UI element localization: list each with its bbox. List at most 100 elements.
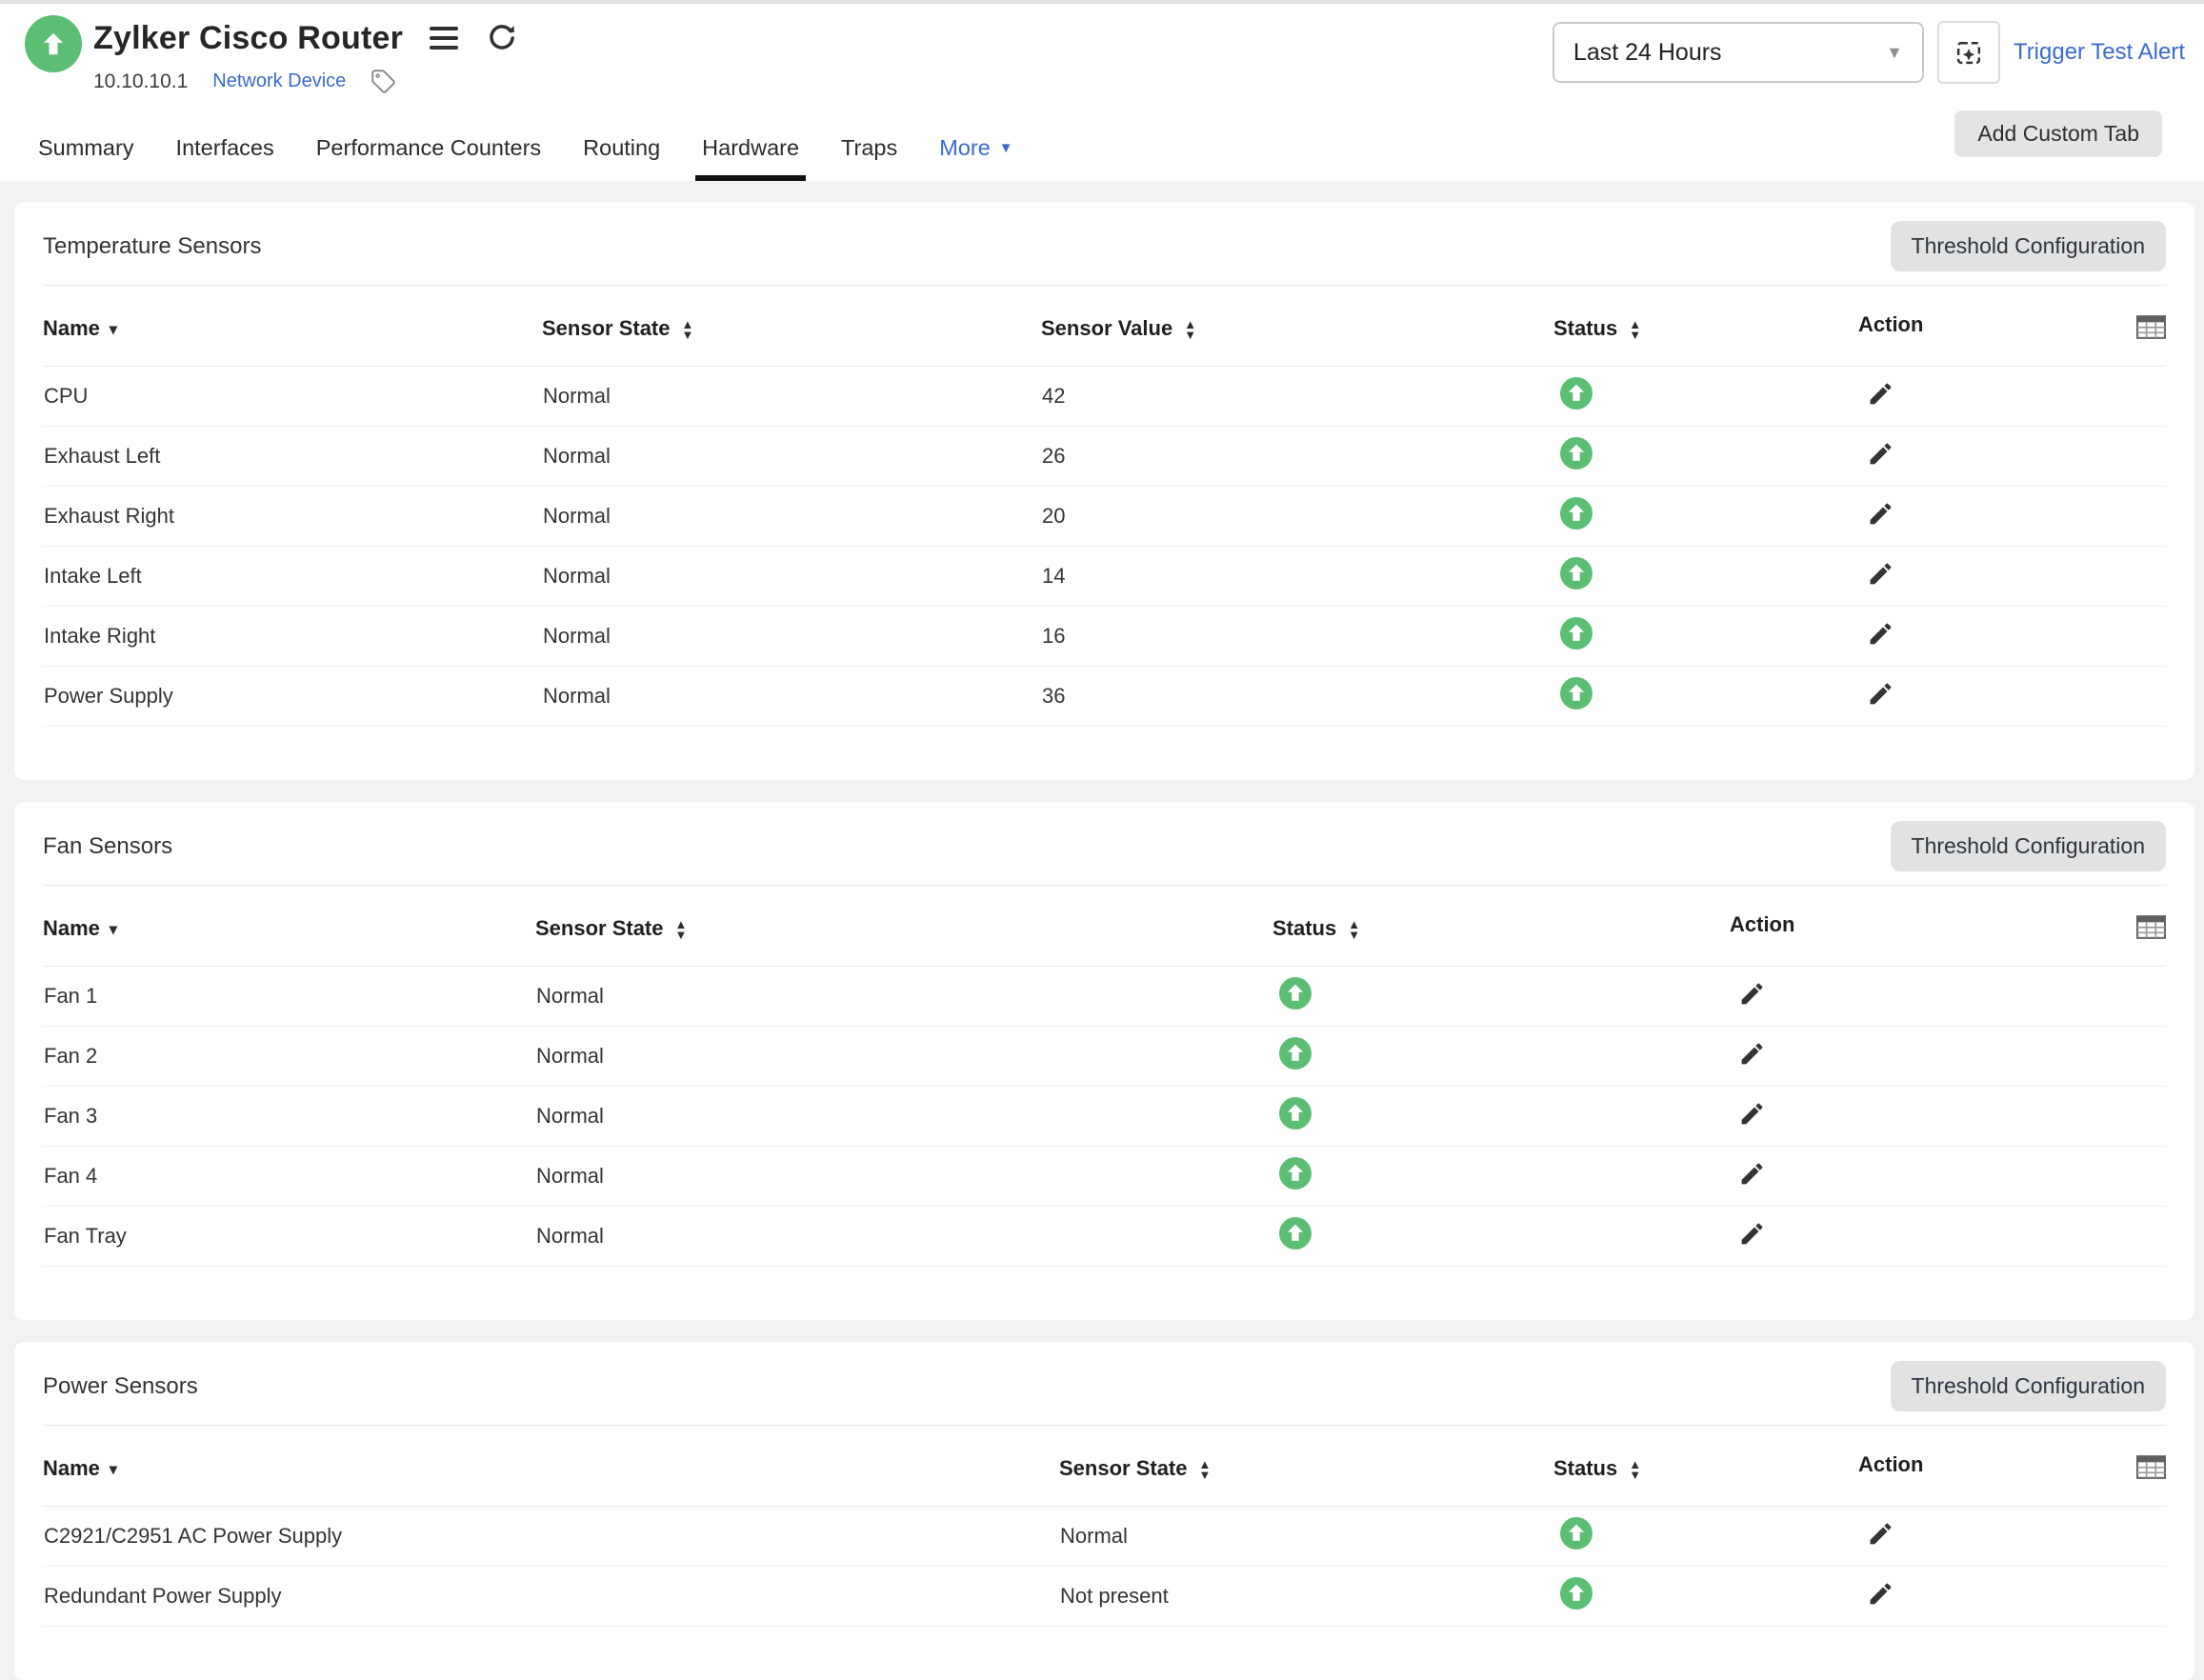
column-header-sensor-state[interactable]: Sensor State▲▼: [535, 886, 1272, 967]
sort-toggle-icon[interactable]: ▲▼: [675, 919, 688, 940]
column-header-sensor-value[interactable]: Sensor Value▲▼: [1041, 286, 1553, 367]
cell-sensor-state: Normal: [535, 1087, 1272, 1147]
cell-name: Exhaust Left: [43, 427, 542, 487]
column-label: Sensor State: [542, 316, 671, 340]
threshold-configuration-button[interactable]: Threshold Configuration: [1891, 1361, 2166, 1411]
tab-traps[interactable]: Traps: [834, 120, 904, 181]
cell-status: [1272, 1147, 1730, 1207]
table-row: Redundant Power SupplyNot present: [43, 1567, 2166, 1627]
edit-pencil-icon[interactable]: [1867, 1580, 1894, 1610]
device-status-up-icon: [25, 15, 82, 72]
cell-name: Fan 3: [43, 1087, 535, 1147]
sort-toggle-icon[interactable]: ▲▼: [1629, 319, 1641, 340]
power-sensors-header: Power Sensors Threshold Configuration: [43, 1342, 2166, 1426]
cell-status: [1553, 547, 1858, 607]
fan-sensors-table: Name▾Sensor State▲▼Status▲▼ActionFan 1No…: [43, 886, 2166, 1267]
cell-action: [1858, 427, 2166, 487]
menu-icon[interactable]: [430, 23, 458, 53]
sort-toggle-icon[interactable]: ▲▼: [1199, 1459, 1212, 1480]
cell-status: [1553, 1567, 1858, 1627]
tab-hardware[interactable]: Hardware: [695, 120, 806, 181]
column-header-status[interactable]: Status▲▼: [1553, 286, 1858, 367]
cell-status: [1272, 1207, 1730, 1267]
tab-interfaces[interactable]: Interfaces: [170, 120, 281, 181]
status-up-icon: [1279, 1097, 1312, 1130]
column-header-name[interactable]: Name▾: [43, 886, 535, 967]
table-row: Intake RightNormal16: [43, 607, 2166, 667]
tab-more[interactable]: More▼: [932, 120, 1019, 181]
sort-toggle-icon[interactable]: ▲▼: [1184, 319, 1196, 340]
column-header-action: Action: [1858, 1426, 2166, 1507]
cell-name: Redundant Power Supply: [43, 1567, 1059, 1627]
column-header-sensor-state[interactable]: Sensor State▲▼: [1059, 1426, 1553, 1507]
column-header-status[interactable]: Status▲▼: [1553, 1426, 1858, 1507]
edit-pencil-icon[interactable]: [1867, 680, 1894, 710]
cell-status: [1272, 1087, 1730, 1147]
cell-status: [1553, 607, 1858, 667]
column-header-name[interactable]: Name▾: [43, 286, 542, 367]
status-up-icon: [1560, 377, 1593, 410]
table-row: Exhaust LeftNormal26: [43, 427, 2166, 487]
section-title: Power Sensors: [43, 1373, 198, 1400]
edit-pencil-icon[interactable]: [1867, 560, 1894, 590]
column-label: Name: [43, 1456, 100, 1480]
cell-action: [1730, 1087, 2166, 1147]
trigger-test-alert-link[interactable]: Trigger Test Alert: [2014, 39, 2185, 66]
edit-pencil-icon[interactable]: [1867, 500, 1894, 530]
sort-toggle-icon[interactable]: ▲▼: [682, 319, 694, 340]
cell-name: Intake Right: [43, 607, 542, 667]
column-chooser-icon[interactable]: [2136, 315, 2166, 345]
column-chooser-icon[interactable]: [2136, 1455, 2166, 1485]
edit-pencil-icon[interactable]: [1738, 980, 1766, 1010]
column-header-sensor-state[interactable]: Sensor State ▲▼: [542, 286, 1041, 367]
cell-action: [1730, 1147, 2166, 1207]
column-chooser-icon[interactable]: [2136, 915, 2166, 945]
cell-action: [1858, 547, 2166, 607]
column-header-name[interactable]: Name ▾: [43, 1426, 1059, 1507]
status-up-icon: [1560, 1517, 1593, 1550]
sort-desc-icon[interactable]: ▾: [110, 1462, 117, 1478]
edit-pencil-icon[interactable]: [1867, 440, 1894, 470]
column-header-action: Action: [1730, 886, 2166, 967]
tab-performance-counters[interactable]: Performance Counters: [310, 120, 548, 181]
column-header-status[interactable]: Status ▲▼: [1272, 886, 1730, 967]
tab-label: Hardware: [702, 135, 799, 161]
time-range-select[interactable]: Last 24 Hours ▼: [1553, 22, 1924, 83]
edit-pencil-icon[interactable]: [1867, 620, 1894, 650]
chevron-down-icon: ▼: [999, 140, 1013, 156]
column-label: Status: [1272, 916, 1336, 940]
table-header-row: Name▾Sensor State▲▼Status ▲▼ Action: [43, 886, 2166, 967]
cell-sensor-state: Normal: [535, 967, 1272, 1027]
table-row: Power SupplyNormal36: [43, 667, 2166, 727]
edit-pencil-icon[interactable]: [1738, 1100, 1766, 1130]
table-row: C2921/C2951 AC Power SupplyNormal: [43, 1507, 2166, 1567]
tab-routing[interactable]: Routing: [576, 120, 667, 181]
cell-action: [1858, 367, 2166, 427]
edit-pencil-icon[interactable]: [1867, 380, 1894, 410]
sort-toggle-icon[interactable]: ▲▼: [1629, 1459, 1641, 1480]
cell-action: [1858, 1507, 2166, 1567]
add-custom-tab-button[interactable]: Add Custom Tab: [1954, 110, 2162, 157]
cell-status: [1553, 427, 1858, 487]
threshold-configuration-button[interactable]: Threshold Configuration: [1891, 821, 2166, 871]
cell-action: [1730, 967, 2166, 1027]
status-up-icon: [1279, 977, 1312, 1010]
cell-name: Intake Left: [43, 547, 542, 607]
device-ip: 10.10.10.1: [93, 70, 188, 93]
edit-pencil-icon[interactable]: [1867, 1520, 1894, 1550]
tab-label: Summary: [38, 135, 134, 161]
tag-icon[interactable]: [371, 69, 396, 94]
device-category-link[interactable]: Network Device: [212, 70, 346, 92]
threshold-configuration-button[interactable]: Threshold Configuration: [1891, 221, 2166, 271]
sort-toggle-icon[interactable]: ▲▼: [1348, 919, 1360, 940]
edit-pencil-icon[interactable]: [1738, 1220, 1766, 1250]
table-row: Fan 3Normal: [43, 1087, 2166, 1147]
edit-pencil-icon[interactable]: [1738, 1040, 1766, 1070]
sort-desc-icon[interactable]: ▾: [110, 922, 117, 938]
sort-desc-icon[interactable]: ▾: [110, 322, 117, 338]
table-row: Fan 2Normal: [43, 1027, 2166, 1087]
tab-summary[interactable]: Summary: [31, 120, 141, 181]
smart-capture-button[interactable]: [1937, 21, 2000, 84]
edit-pencil-icon[interactable]: [1738, 1160, 1766, 1190]
refresh-icon[interactable]: [485, 21, 519, 55]
